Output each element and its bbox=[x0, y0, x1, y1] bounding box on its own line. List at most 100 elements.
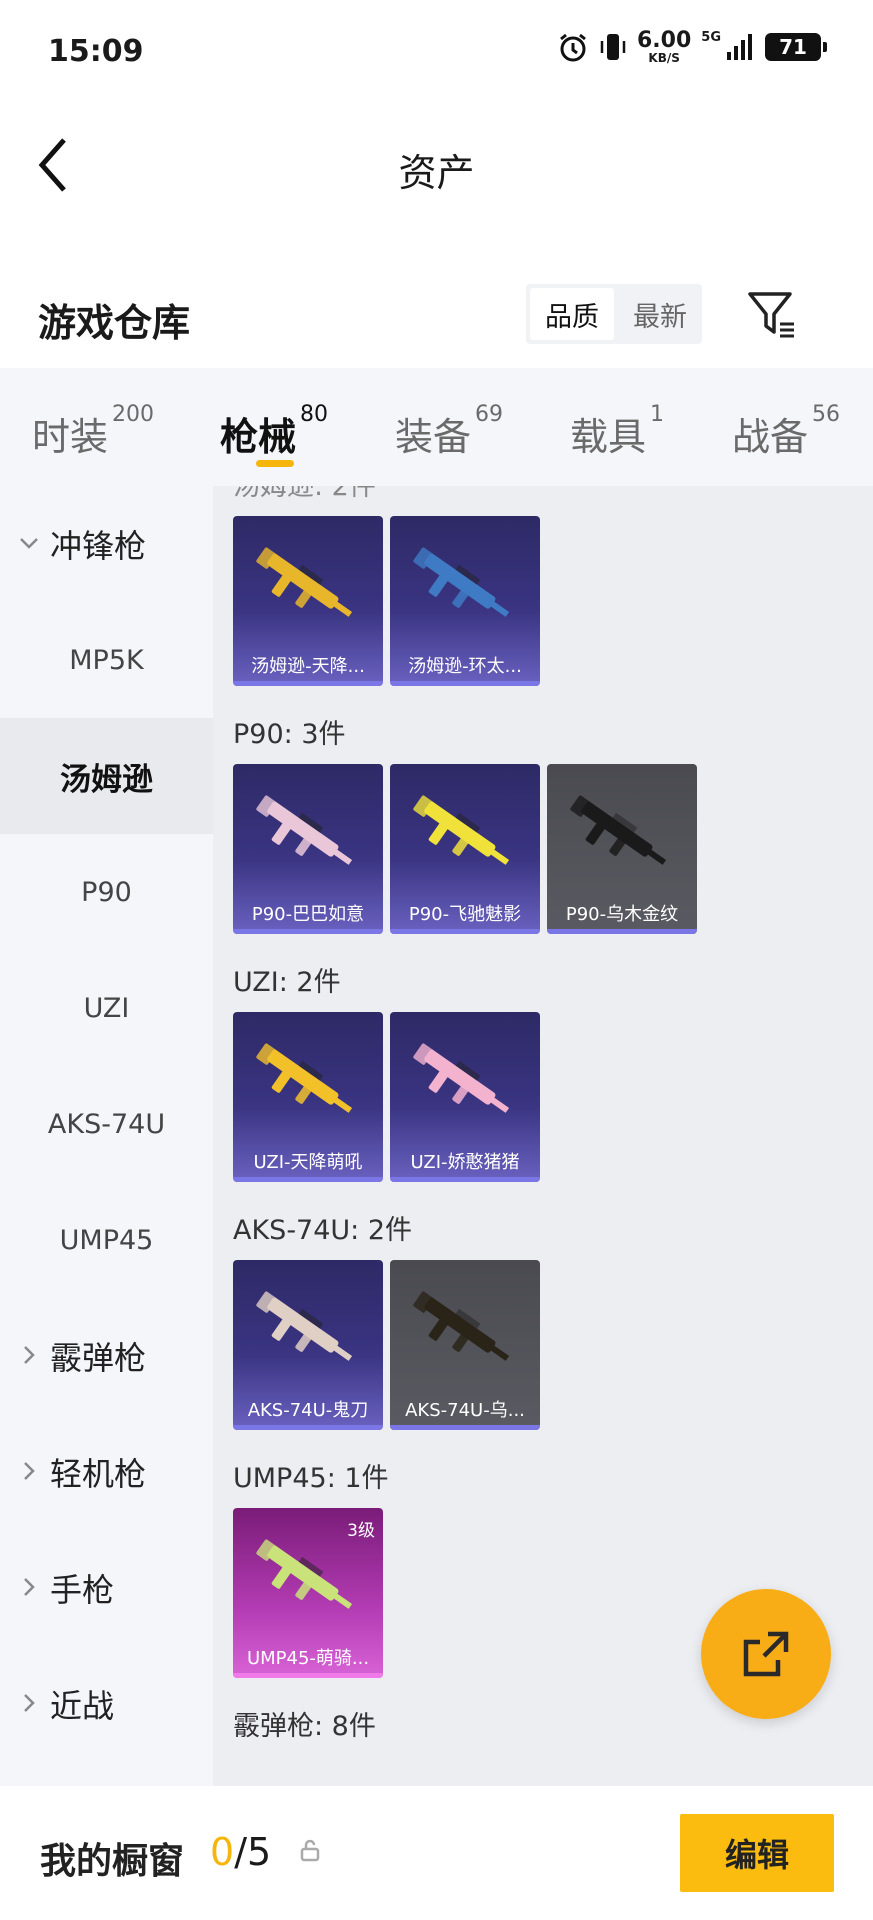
net-speed-unit: KB/S bbox=[648, 51, 680, 65]
tab-count: 80 bbox=[300, 402, 329, 427]
tab-count: 56 bbox=[812, 402, 841, 427]
showcase-separator: / bbox=[234, 1830, 247, 1874]
showcase-current: 0 bbox=[210, 1830, 235, 1874]
weapon-card[interactable]: 汤姆逊-环太... bbox=[390, 516, 540, 686]
sidebar-item-label: 霰弹枪 bbox=[50, 1339, 147, 1377]
weapon-sidebar: 冲锋枪 MP5K 汤姆逊 P90 UZI AKS-74U UMP45 霰弹枪 轻… bbox=[0, 486, 213, 1786]
filter-button[interactable] bbox=[744, 286, 800, 342]
net-speed-value: 6.00 bbox=[637, 28, 692, 53]
warehouse-title: 游戏仓库 bbox=[38, 301, 191, 345]
sidebar-item-pistol[interactable]: 手枪 bbox=[0, 1530, 213, 1646]
weapon-card[interactable]: P90-巴巴如意 bbox=[233, 764, 383, 934]
section-label-p90: P90: 3件 bbox=[233, 719, 346, 750]
sidebar-item-p90[interactable]: P90 bbox=[0, 834, 213, 950]
vibrate-icon bbox=[599, 31, 627, 63]
weapon-skin-icon bbox=[413, 795, 510, 865]
weapon-card[interactable]: 汤姆逊-天降... bbox=[233, 516, 383, 686]
sidebar-item-mp5k[interactable]: MP5K bbox=[0, 602, 213, 718]
tab-count: 1 bbox=[650, 402, 665, 427]
sort-quality-button[interactable]: 品质 bbox=[530, 288, 614, 340]
weapon-skin-icon bbox=[256, 1291, 353, 1361]
weapon-card[interactable]: UZI-天降萌吼 bbox=[233, 1012, 383, 1182]
edit-button[interactable]: 编辑 bbox=[680, 1814, 834, 1892]
tab-supplies[interactable]: 战备56 bbox=[732, 402, 840, 461]
weapon-card-name: AKS-74U-乌... bbox=[405, 1400, 525, 1421]
weapon-card[interactable]: UZI-娇憨猪猪 bbox=[390, 1012, 540, 1182]
section-label-aks74u: AKS-74U: 2件 bbox=[233, 1215, 413, 1246]
weapon-card[interactable]: P90-乌木金纹 bbox=[547, 764, 697, 934]
sidebar-item-label: 手枪 bbox=[50, 1571, 115, 1609]
active-tab-indicator bbox=[256, 460, 294, 467]
sidebar-item-label: 轻机枪 bbox=[50, 1455, 147, 1493]
tab-fashion[interactable]: 时装200 bbox=[32, 402, 154, 461]
weapon-skin-icon bbox=[570, 795, 667, 865]
chevron-right-icon bbox=[24, 1578, 35, 1596]
sidebar-item-lmg[interactable]: 轻机枪 bbox=[0, 1414, 213, 1530]
rarity-bar bbox=[233, 1425, 383, 1430]
weapon-skin-icon bbox=[256, 1539, 353, 1609]
weapon-skin-icon bbox=[413, 547, 510, 617]
sort-newest-button[interactable]: 最新 bbox=[618, 284, 702, 344]
bottom-bar: 我的橱窗 0/5 编辑 bbox=[0, 1786, 873, 1920]
weapon-card[interactable]: AKS-74U-乌... bbox=[390, 1260, 540, 1430]
tab-equipment[interactable]: 装备69 bbox=[395, 402, 503, 461]
weapon-card-name: 汤姆逊-环太... bbox=[408, 656, 522, 677]
weapon-card-name: UZI-天降萌吼 bbox=[253, 1152, 363, 1173]
sidebar-item-smg[interactable]: 冲锋枪 bbox=[0, 486, 213, 602]
weapon-skin-icon bbox=[413, 1291, 510, 1361]
sidebar-item-ump45[interactable]: UMP45 bbox=[0, 1182, 213, 1298]
weapon-skin-icon bbox=[256, 547, 353, 617]
weapon-card-name: AKS-74U-鬼刀 bbox=[247, 1400, 369, 1421]
sidebar-item-label: MP5K bbox=[69, 644, 144, 676]
signal-icon bbox=[725, 32, 755, 62]
tab-count: 69 bbox=[475, 402, 504, 427]
section-label-ump45: UMP45: 1件 bbox=[233, 1463, 389, 1494]
sidebar-item-label: UMP45 bbox=[59, 1224, 154, 1256]
weapon-card[interactable]: 3级 UMP45-萌骑... bbox=[233, 1508, 383, 1678]
sidebar-item-label: AKS-74U bbox=[47, 1108, 166, 1140]
tab-count: 200 bbox=[112, 402, 155, 427]
rarity-bar bbox=[390, 1425, 540, 1430]
rarity-bar bbox=[390, 1177, 540, 1182]
weapon-card[interactable]: P90-飞驰魅影 bbox=[390, 764, 540, 934]
weapon-card[interactable]: AKS-74U-鬼刀 bbox=[233, 1260, 383, 1430]
chevron-down-icon bbox=[20, 538, 38, 549]
rarity-bar bbox=[233, 1673, 383, 1678]
sidebar-item-shotgun[interactable]: 霰弹枪 bbox=[0, 1298, 213, 1414]
rarity-bar bbox=[390, 929, 540, 934]
level-badge: 3级 bbox=[347, 1521, 375, 1541]
tab-label: 战备 bbox=[732, 415, 809, 459]
rarity-bar bbox=[233, 1177, 383, 1182]
showcase-total: 5 bbox=[247, 1830, 272, 1874]
status-time: 15:09 bbox=[48, 34, 144, 69]
weapon-card-name: P90-巴巴如意 bbox=[251, 904, 365, 925]
sidebar-item-thompson[interactable]: 汤姆逊 bbox=[0, 718, 213, 834]
sidebar-item-label: 冲锋枪 bbox=[50, 527, 147, 565]
rarity-bar bbox=[233, 929, 383, 934]
rarity-bar bbox=[390, 681, 540, 686]
sidebar-item-melee[interactable]: 近战 bbox=[0, 1646, 213, 1762]
weapon-skin-icon bbox=[256, 1043, 353, 1113]
share-external-icon bbox=[743, 1631, 789, 1677]
tab-label: 时装 bbox=[32, 415, 109, 459]
sidebar-item-label: UZI bbox=[83, 992, 130, 1024]
showcase-label: 我的橱窗 bbox=[40, 1841, 185, 1882]
alarm-icon bbox=[557, 31, 589, 63]
status-bar: 15:09 6.00 KB/S 5G 71 bbox=[0, 0, 873, 100]
share-button[interactable] bbox=[701, 1589, 831, 1719]
chevron-right-icon bbox=[24, 1694, 35, 1712]
network-type: 5G bbox=[701, 30, 721, 45]
tab-vehicles[interactable]: 载具1 bbox=[570, 402, 664, 461]
weapon-skin-icon bbox=[256, 795, 353, 865]
tab-firearms[interactable]: 枪械80 bbox=[220, 402, 328, 461]
sidebar-item-aks74u[interactable]: AKS-74U bbox=[0, 1066, 213, 1182]
chevron-right-icon bbox=[24, 1462, 35, 1480]
showcase-count: 0/5 bbox=[210, 1830, 271, 1874]
section-label-shotgun: 霰弹枪: 8件 bbox=[233, 1711, 376, 1742]
category-tabs: 时装200 枪械80 装备69 载具1 战备56 bbox=[0, 368, 873, 486]
status-icons: 6.00 KB/S 5G 71 bbox=[557, 28, 827, 65]
chevron-right-icon bbox=[24, 1346, 35, 1364]
weapon-card-name: P90-飞驰魅影 bbox=[408, 904, 522, 925]
net-speed: 6.00 KB/S bbox=[637, 28, 692, 65]
sidebar-item-uzi[interactable]: UZI bbox=[0, 950, 213, 1066]
